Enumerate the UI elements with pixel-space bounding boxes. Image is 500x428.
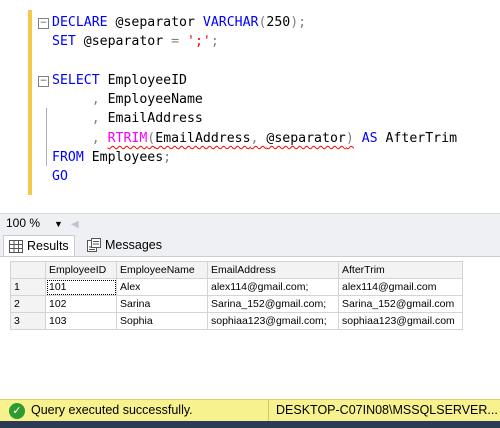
grid-cell[interactable]: 103 bbox=[45, 312, 117, 330]
status-divider bbox=[268, 400, 269, 422]
code-token: @separator bbox=[266, 130, 346, 146]
code-line[interactable]: − DECLARE @separator VARCHAR(250); bbox=[38, 13, 457, 32]
change-tracking-bar bbox=[28, 10, 32, 195]
table-row: 3 103 Sophia sophiaa123@gmail.com; sophi… bbox=[10, 312, 463, 330]
grid-corner[interactable] bbox=[10, 261, 46, 279]
results-grid[interactable]: EmployeeID EmployeeName EmailAddress Aft… bbox=[10, 261, 463, 330]
server-name: DESKTOP-C07IN08\MSSQLSERVER... bbox=[276, 403, 498, 417]
code-token: SET bbox=[52, 34, 84, 50]
code-token: ';' bbox=[187, 34, 211, 50]
tab-results-label: Results bbox=[27, 239, 69, 253]
grid-cell[interactable]: Sarina_152@gmail.com; bbox=[207, 295, 339, 313]
code-token: , bbox=[91, 92, 108, 108]
editor-gutter bbox=[0, 0, 28, 213]
tab-messages[interactable]: Messages bbox=[82, 235, 167, 255]
code-token: = bbox=[171, 34, 187, 50]
code-token: Employees bbox=[91, 150, 164, 166]
grid-cell[interactable]: Sarina_152@gmail.com bbox=[338, 295, 463, 313]
code-line[interactable]: SET @separator = ';'; bbox=[38, 32, 457, 51]
chevron-down-icon[interactable]: ▼ bbox=[54, 219, 63, 229]
grid-cell[interactable]: Sophia bbox=[116, 312, 208, 330]
window-frame-bottom bbox=[0, 421, 500, 428]
code-token: SELECT bbox=[52, 72, 108, 88]
code-token: @separator bbox=[83, 34, 172, 50]
sql-code[interactable]: − DECLARE @separator VARCHAR(250); SET @se… bbox=[38, 13, 457, 187]
scroll-left-icon[interactable]: ◀ bbox=[71, 219, 79, 230]
status-bar: ✓ Query executed successfully. DESKTOP-C… bbox=[0, 399, 500, 422]
code-token: ); bbox=[290, 15, 307, 30]
tab-results[interactable]: Results bbox=[3, 235, 75, 256]
code-token: ) bbox=[345, 130, 354, 146]
grid-cell[interactable]: sophiaa123@gmail.com bbox=[338, 312, 463, 330]
code-line[interactable]: , EmailAddress bbox=[38, 109, 457, 128]
table-row: 1 101 Alex alex114@gmail.com; alex114@gm… bbox=[10, 278, 463, 296]
row-number[interactable]: 2 bbox=[10, 295, 46, 313]
zoom-value: 100 % bbox=[6, 216, 41, 230]
code-token: FROM bbox=[52, 150, 92, 166]
code-line[interactable]: FROM Employees; bbox=[38, 148, 457, 167]
fold-toggle-icon[interactable]: − bbox=[38, 18, 49, 29]
grid-cell[interactable]: alex114@gmail.com; bbox=[207, 278, 339, 296]
code-token: , bbox=[250, 130, 267, 146]
code-token: RTRIM bbox=[107, 130, 148, 146]
zoom-select[interactable]: 100 % ▼ ◀ bbox=[6, 216, 79, 230]
messages-icon bbox=[87, 238, 101, 258]
code-token: EmployeeID bbox=[107, 72, 187, 88]
code-token: VARCHAR bbox=[202, 15, 259, 30]
grid-cell[interactable]: 102 bbox=[45, 295, 117, 313]
code-token: , bbox=[91, 130, 108, 146]
grid-cell[interactable]: Alex bbox=[116, 278, 208, 296]
code-line[interactable]: − SELECT EmployeeID bbox=[38, 71, 457, 90]
grid-cell[interactable]: Sarina bbox=[116, 295, 208, 313]
status-message: Query executed successfully. bbox=[31, 403, 193, 417]
zoom-bar: 100 % ▼ ◀ bbox=[0, 213, 500, 235]
code-token: , bbox=[91, 111, 108, 127]
column-header[interactable]: EmailAddress bbox=[207, 261, 339, 279]
column-header[interactable]: EmployeeName bbox=[116, 261, 208, 279]
grid-cell[interactable]: 101 bbox=[45, 278, 117, 296]
code-token: AfterTrim bbox=[385, 130, 458, 146]
code-token: EmployeeName bbox=[107, 92, 203, 108]
code-token: GO bbox=[52, 169, 68, 185]
column-header[interactable]: EmployeeID bbox=[45, 261, 117, 279]
grid-cell[interactable]: sophiaa123@gmail.com; bbox=[207, 312, 339, 330]
row-number[interactable]: 3 bbox=[10, 312, 46, 330]
code-line[interactable]: , EmployeeName bbox=[38, 90, 457, 109]
table-row: 2 102 Sarina Sarina_152@gmail.com; Sarin… bbox=[10, 295, 463, 313]
row-number[interactable]: 1 bbox=[10, 278, 46, 296]
fold-toggle-icon[interactable]: − bbox=[38, 75, 49, 87]
tab-messages-label: Messages bbox=[105, 238, 162, 252]
results-tabs: Results Messages bbox=[0, 234, 500, 256]
code-line[interactable]: GO bbox=[38, 167, 457, 186]
code-line[interactable]: , RTRIM(EmailAddress, @separator) AS Aft… bbox=[38, 129, 457, 148]
code-token: @separator bbox=[115, 15, 203, 30]
code-token: ; bbox=[210, 34, 219, 50]
code-token: EmailAddress bbox=[107, 111, 203, 127]
grid-cell[interactable]: alex114@gmail.com bbox=[338, 278, 463, 296]
grid-header-row: EmployeeID EmployeeName EmailAddress Aft… bbox=[10, 261, 463, 279]
results-grid-pane: EmployeeID EmployeeName EmailAddress Aft… bbox=[0, 256, 500, 400]
code-token: 250 bbox=[266, 15, 291, 30]
success-check-icon: ✓ bbox=[9, 403, 25, 419]
code-token: AS bbox=[353, 130, 386, 146]
code-token: DECLARE bbox=[52, 15, 116, 30]
query-editor[interactable]: − DECLARE @separator VARCHAR(250); SET @se… bbox=[0, 0, 500, 213]
column-header[interactable]: AfterTrim bbox=[338, 261, 463, 279]
code-line[interactable] bbox=[38, 52, 457, 71]
code-token: ; bbox=[163, 150, 172, 166]
code-token: EmailAddress bbox=[155, 130, 251, 146]
ssms-query-window: − DECLARE @separator VARCHAR(250); SET @se… bbox=[0, 0, 500, 428]
